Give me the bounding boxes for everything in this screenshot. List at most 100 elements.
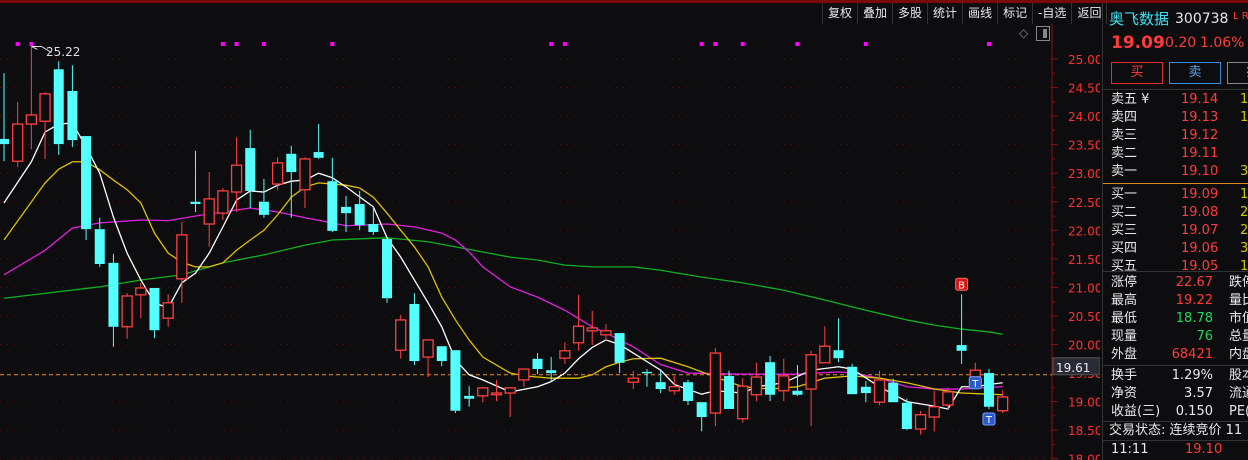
fuquan-button[interactable]: 复权 bbox=[823, 3, 859, 24]
candle-body bbox=[888, 382, 899, 403]
stat-value: 18.78 bbox=[1175, 311, 1213, 326]
candle-up bbox=[490, 379, 503, 402]
candle-up bbox=[873, 370, 886, 406]
candle-down bbox=[847, 363, 858, 395]
tick-price: 19.10 bbox=[1185, 442, 1223, 457]
stock-name: 奥飞数据 bbox=[1109, 10, 1170, 28]
ask-row[interactable]: 卖一 19.10 3 bbox=[1103, 163, 1248, 181]
candle-up bbox=[217, 188, 229, 221]
candle-up bbox=[271, 157, 284, 190]
buy-button[interactable]: 买 bbox=[1111, 62, 1163, 84]
y-tick-label: 25.00 bbox=[1068, 53, 1100, 67]
candle-down bbox=[149, 287, 160, 339]
bid-price: 19.06 bbox=[1181, 241, 1219, 256]
stat-value: 19.22 bbox=[1175, 293, 1213, 308]
bid-label: 买四 bbox=[1111, 241, 1138, 256]
marker-label: T bbox=[971, 379, 979, 390]
ask-row[interactable]: 卖四 19.13 10 bbox=[1103, 109, 1248, 127]
candle-body bbox=[354, 204, 365, 226]
kline-chart[interactable]: 25.00 24.50 24.00 23.50 23.00 22.50 22.00 21.50… bbox=[0, 0, 1100, 460]
candle-down bbox=[532, 353, 543, 375]
divider bbox=[1103, 89, 1248, 90]
candle-body bbox=[737, 385, 749, 420]
kline-svg[interactable]: 25.00 24.50 24.00 23.50 23.00 22.50 22.00 21.50… bbox=[0, 0, 1100, 460]
candle-up bbox=[162, 294, 174, 327]
signal-dot bbox=[220, 42, 225, 46]
statistics-button[interactable]: 统计 bbox=[928, 3, 964, 24]
candle-down bbox=[0, 73, 9, 162]
stat-label-2: 流通 bbox=[1229, 386, 1248, 401]
candle-body bbox=[600, 330, 612, 336]
ask-label: 卖一 bbox=[1111, 164, 1138, 179]
candle-up bbox=[39, 92, 51, 159]
ask-volume: 1 bbox=[1240, 92, 1248, 107]
candle-up bbox=[230, 137, 243, 213]
diamond-icon[interactable]: ◇ bbox=[1019, 26, 1028, 40]
candle-body bbox=[327, 181, 338, 231]
bid-price: 19.09 bbox=[1181, 187, 1219, 202]
signal-dot bbox=[15, 42, 20, 46]
candle-body bbox=[928, 406, 940, 418]
trade-status: 交易状态: 连续竞价 11 bbox=[1103, 422, 1248, 440]
candle-down bbox=[409, 293, 420, 366]
stat-label: 换手 bbox=[1111, 368, 1138, 383]
divider bbox=[1103, 365, 1248, 366]
cancel-button[interactable]: 撤 bbox=[1227, 62, 1248, 84]
sell-button[interactable]: 卖 bbox=[1169, 62, 1221, 84]
ask-row[interactable]: 卖二 19.11 bbox=[1103, 145, 1248, 163]
ask-label: 卖四 bbox=[1111, 110, 1138, 125]
y-tick-label: 20.50 bbox=[1068, 310, 1100, 324]
candle-down bbox=[341, 196, 351, 233]
candle-body bbox=[641, 371, 652, 374]
candle-body bbox=[190, 201, 201, 205]
remove-watchlist-button[interactable]: -自选 bbox=[1033, 3, 1073, 24]
bid-row[interactable]: 买一 19.09 1 bbox=[1103, 186, 1248, 204]
stat-row: 最高 19.22 量比 bbox=[1103, 292, 1248, 310]
candle-body bbox=[245, 148, 256, 191]
ask-price: 19.12 bbox=[1181, 128, 1219, 143]
ask-price: 19.10 bbox=[1181, 164, 1219, 179]
panel-toggle-icon[interactable] bbox=[1036, 26, 1050, 41]
stat-row: 外盘 68421 内盘 bbox=[1103, 346, 1248, 364]
candle-body bbox=[778, 375, 790, 392]
stat-value: 76 bbox=[1196, 329, 1213, 344]
candle-up bbox=[121, 293, 133, 339]
draw-line-button[interactable]: 画线 bbox=[963, 3, 999, 24]
overlay-button[interactable]: 叠加 bbox=[858, 3, 894, 24]
candle-body bbox=[696, 402, 707, 418]
stat-value: 3.57 bbox=[1184, 386, 1213, 401]
candle-up bbox=[709, 347, 722, 427]
bid-row[interactable]: 买二 19.08 2 bbox=[1103, 204, 1248, 222]
stat-label-2: 跌停 bbox=[1229, 275, 1248, 290]
stat-label: 最高 bbox=[1111, 293, 1138, 308]
candle-down bbox=[683, 379, 693, 406]
candle-up bbox=[996, 390, 1009, 414]
ask-row[interactable]: 卖三 19.12 bbox=[1103, 127, 1248, 145]
y-tick-label: 22.00 bbox=[1068, 224, 1100, 238]
mark-button[interactable]: 标记 bbox=[998, 3, 1034, 24]
candle-body bbox=[873, 379, 886, 403]
y-tick-label: 23.50 bbox=[1068, 139, 1100, 153]
stat-label-2: 内盘 bbox=[1229, 347, 1248, 362]
stat-label-2: 股本 bbox=[1229, 368, 1248, 383]
toolbar: 复权 叠加 多股 统计 画线 标记 -自选 返回 bbox=[822, 3, 1108, 24]
candle-up bbox=[778, 358, 790, 402]
bid-row[interactable]: 买三 19.07 2 bbox=[1103, 222, 1248, 240]
bid-volume: 3 bbox=[1240, 241, 1248, 256]
candle-body bbox=[668, 386, 680, 392]
stat-label: 涨停 bbox=[1111, 275, 1138, 290]
candle-up bbox=[12, 101, 24, 167]
multi-stock-button[interactable]: 多股 bbox=[893, 3, 929, 24]
candle-body bbox=[477, 387, 489, 397]
ask-row[interactable]: 卖五 ¥ 19.14 1 bbox=[1103, 91, 1248, 109]
stat-value: 0.150 bbox=[1175, 404, 1213, 419]
candle-body bbox=[532, 358, 543, 370]
candle-body bbox=[627, 377, 639, 383]
stat-label: 最低 bbox=[1111, 311, 1138, 326]
y-tick-label: 22.50 bbox=[1068, 196, 1100, 210]
high-price-label: 25.22 bbox=[46, 45, 80, 59]
candle-body bbox=[833, 350, 844, 359]
bid-row[interactable]: 买四 19.06 3 bbox=[1103, 240, 1248, 258]
candle-up bbox=[805, 350, 817, 427]
quote-panel: 奥飞数据 300738 L R 19.09 0.20 1.06% 买 卖 撤 卖… bbox=[1102, 3, 1248, 460]
